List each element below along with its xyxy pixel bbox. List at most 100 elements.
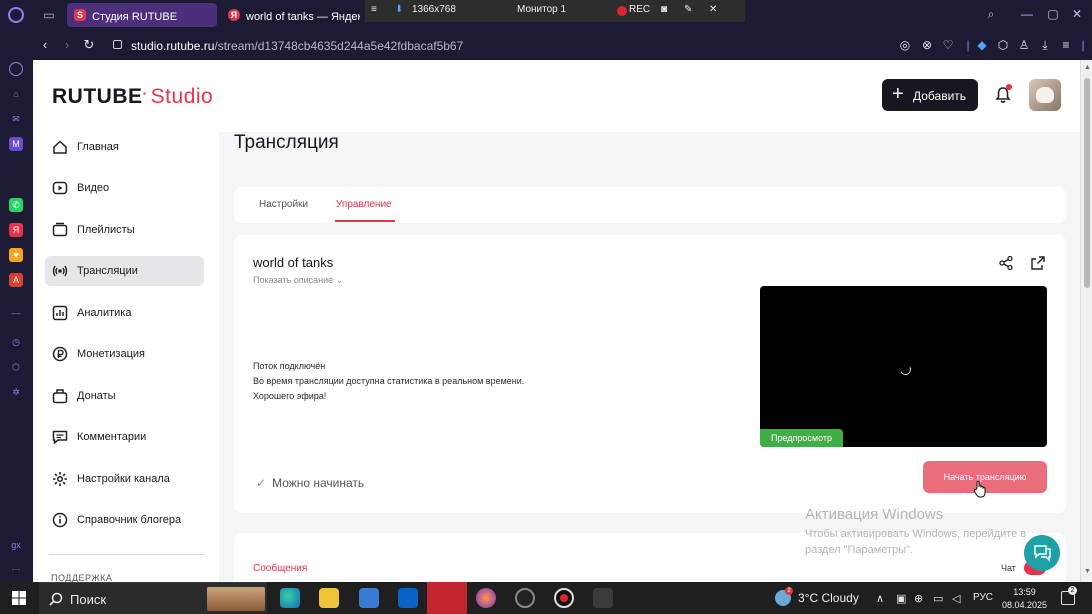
yandex-icon[interactable]: Я — [9, 223, 23, 237]
cube-icon[interactable]: ⬡ — [996, 38, 1010, 52]
search-icon[interactable]: ⌕ — [983, 6, 999, 22]
sidebar-item-monetization[interactable]: Монетизация — [45, 339, 204, 369]
open-external-icon[interactable] — [1030, 255, 1046, 271]
settings-gear-icon[interactable]: ✲ — [9, 385, 23, 399]
obs-icon[interactable] — [515, 588, 535, 608]
whatsapp-icon[interactable]: ✆ — [9, 198, 23, 212]
more-dots-icon[interactable]: ··· — [9, 562, 23, 576]
pen-icon[interactable]: ✎ — [684, 4, 692, 15]
clock[interactable]: 13:59 08.04.2025 — [1002, 586, 1047, 612]
browser-tab-yandex[interactable]: Я world of tanks — Яндекс — [225, 3, 363, 27]
pin-icon[interactable]: ⬇ — [395, 4, 403, 15]
share-icon[interactable] — [998, 255, 1014, 271]
yandex-market-icon[interactable]: ♥ — [9, 248, 23, 262]
messenger-icon[interactable]: M — [9, 137, 23, 151]
messages-title[interactable]: Сообщения — [253, 563, 307, 574]
minimize-icon[interactable]: — — [1019, 6, 1035, 22]
alice-icon[interactable] — [9, 62, 23, 76]
browser-tab-rutube-studio[interactable]: S Студия RUTUBE — [67, 3, 217, 27]
yandex-favicon-icon: Я — [228, 9, 240, 21]
analytics-icon — [52, 305, 68, 321]
active-tab-underline — [335, 220, 395, 222]
sidebar-divider-icon: | — [1081, 38, 1085, 52]
tab-manager-icon[interactable]: ▭ — [41, 7, 57, 23]
status-greeting: Хорошего эфира! — [253, 391, 327, 401]
sidebar-support-heading[interactable]: ПОДДЕРЖКА — [51, 573, 112, 582]
chat-label: Чат — [1001, 563, 1016, 573]
extension-icon[interactable]: ◆ — [975, 38, 989, 52]
info-icon — [52, 512, 68, 528]
addon-icon[interactable]: A — [9, 273, 23, 287]
stream-preview-player[interactable]: Предпросмотр — [760, 286, 1047, 447]
avatar[interactable] — [1029, 79, 1061, 111]
tab-settings[interactable]: Настройки — [259, 199, 308, 210]
profile-icon[interactable]: ♙ — [1017, 38, 1031, 52]
close-window-icon[interactable]: ✕ — [1069, 6, 1085, 22]
support-chat-button[interactable] — [1024, 535, 1060, 571]
add-button[interactable]: + Добавить — [882, 79, 978, 111]
browser-logo-icon[interactable] — [8, 7, 24, 23]
outlook-icon[interactable] — [398, 588, 418, 608]
favorite-heart-icon[interactable]: ♡ — [941, 38, 955, 52]
rutube-studio-logo[interactable]: RUTUBE· Studio — [52, 85, 213, 109]
block-icon[interactable]: ⊗ — [920, 38, 934, 52]
windows-start-icon[interactable] — [12, 591, 26, 605]
firefox-icon[interactable] — [476, 588, 496, 608]
cube-icon[interactable]: ⬡ — [9, 360, 23, 374]
history-icon[interactable]: ◷ — [9, 335, 23, 349]
sidebar-item-channel-settings[interactable]: Настройки канала — [45, 464, 204, 494]
record-dot-icon — [617, 6, 627, 16]
network-icon[interactable]: ▭ — [933, 592, 943, 605]
sidebar-item-broadcasts[interactable]: Трансляции — [45, 256, 204, 286]
hand-cursor-icon — [973, 481, 986, 498]
bookmarks-icon[interactable]: ⌂ — [9, 87, 23, 101]
taskbar-search[interactable]: Поиск — [39, 582, 267, 614]
sidebar-item-playlists[interactable]: Плейлисты — [45, 215, 204, 245]
sidebar-item-video[interactable]: Видео — [45, 173, 204, 203]
divider-icon: | — [966, 38, 970, 52]
lock-icon[interactable] — [113, 40, 122, 49]
more-icon[interactable]: — — [9, 306, 23, 320]
scroll-down-icon[interactable]: ▼ — [1084, 568, 1091, 575]
tray-shield-icon[interactable]: ⊕ — [914, 592, 923, 605]
sidebar-item-analytics[interactable]: Аналитика — [45, 298, 204, 328]
back-icon[interactable]: ‹ — [38, 38, 52, 52]
menu-icon[interactable]: ≡ — [371, 4, 377, 15]
sidebar-item-donations[interactable]: Донаты — [45, 381, 204, 411]
recorder-rec-label[interactable]: REC — [629, 4, 650, 15]
close-icon[interactable]: ✕ — [709, 4, 717, 15]
sidebar-item-blogger-guide[interactable]: Справочник блогера — [45, 505, 204, 535]
forward-icon[interactable]: › — [60, 38, 74, 52]
sidebar-item-home[interactable]: Главная — [45, 132, 204, 162]
menu-icon[interactable]: ≡ — [1059, 38, 1073, 52]
sidebar-item-comments[interactable]: Комментарии — [45, 422, 204, 452]
mail-icon[interactable]: ✉ — [9, 112, 23, 126]
world-of-tanks-icon[interactable] — [593, 588, 613, 608]
tray-app-icon[interactable]: ▣ — [896, 592, 906, 605]
store-icon[interactable] — [359, 588, 379, 608]
reload-icon[interactable]: ↻ — [82, 38, 96, 52]
language-indicator[interactable]: РУС — [973, 592, 993, 603]
camera-icon[interactable]: ◙ — [661, 4, 667, 15]
tab-management[interactable]: Управление — [336, 199, 392, 210]
show-description-toggle[interactable]: Показать описание ⌄ — [253, 275, 343, 286]
download-icon[interactable]: ⤓ — [1038, 38, 1052, 52]
volume-icon[interactable]: ◁ — [952, 592, 960, 605]
weather-text[interactable]: 3°C Cloudy — [798, 591, 859, 605]
stream-title: world of tanks — [253, 255, 334, 270]
sidebar-item-label: Настройки канала — [77, 473, 170, 485]
scroll-up-icon[interactable]: ▲ — [1084, 64, 1091, 71]
running-app-icon[interactable] — [427, 582, 467, 614]
maximize-icon[interactable]: ▢ — [1045, 6, 1061, 22]
tray-chevron-up-icon[interactable]: ∧ — [876, 592, 884, 605]
file-explorer-icon[interactable] — [319, 588, 339, 608]
page-scrollbar[interactable]: ▲ ▼ — [1080, 60, 1092, 582]
recorder-monitor[interactable]: Монитор 1 — [517, 4, 566, 15]
record-app-icon[interactable] — [554, 588, 574, 608]
url-field[interactable]: studio.rutube.ru/stream/d13748cb4635d244… — [131, 39, 463, 53]
search-icon — [49, 592, 63, 606]
screenshot-icon[interactable]: ◎ — [898, 38, 912, 52]
gx-icon[interactable]: gx — [9, 538, 23, 552]
edge-icon[interactable] — [280, 588, 300, 608]
scroll-thumb[interactable] — [1084, 78, 1090, 288]
